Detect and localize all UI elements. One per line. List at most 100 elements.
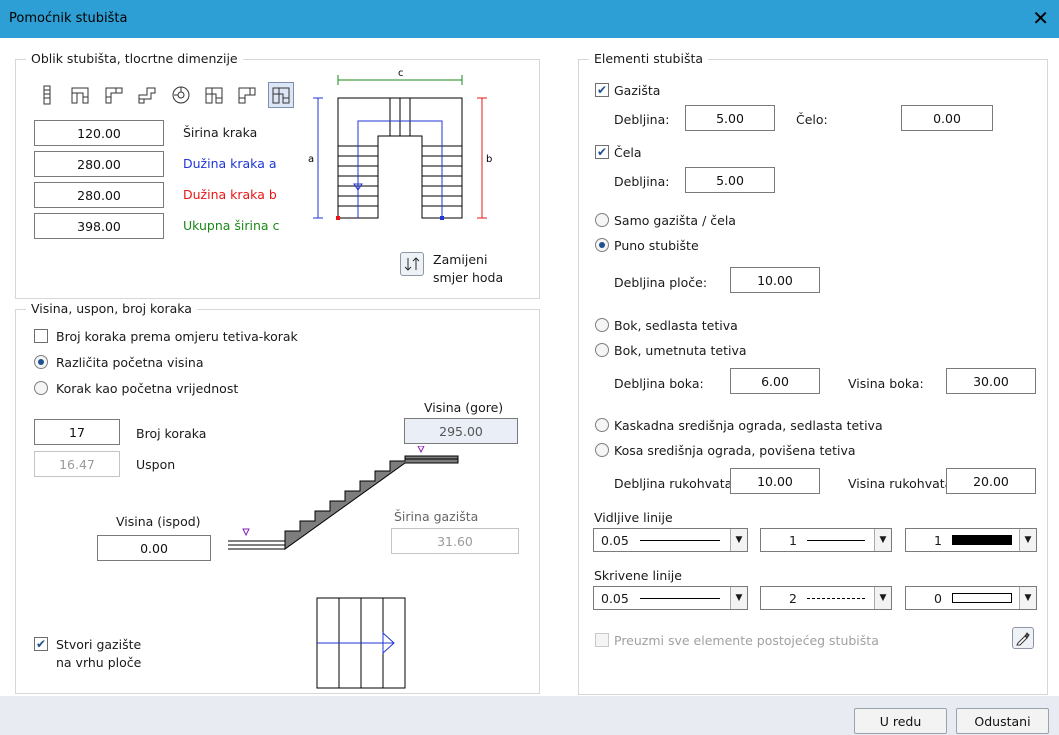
steps-count-label: Broj koraka xyxy=(136,426,207,441)
hidden-fill-combo[interactable]: 0 ▼ xyxy=(905,586,1037,610)
create-tread-label-1: Stvori gazište xyxy=(56,637,142,652)
plan-label-b: b xyxy=(486,154,492,165)
total-width-c-field[interactable]: 398.00 xyxy=(34,213,164,239)
chevron-down-icon[interactable]: ▼ xyxy=(874,587,891,609)
rise-field: 16.47 xyxy=(34,451,120,477)
treads-label: Gazišta xyxy=(614,83,661,98)
window-title: Pomoćnik stubišta xyxy=(9,11,128,26)
visible-fill-combo[interactable]: 1 ▼ xyxy=(905,528,1037,552)
dialog-client: Oblik stubišta, tlocrtne dimenzije 120.0… xyxy=(0,38,1059,696)
flight-length-b-field[interactable]: 280.00 xyxy=(34,182,164,208)
visible-linetype-combo[interactable]: 1 ▼ xyxy=(760,528,892,552)
steps-count-field[interactable]: 17 xyxy=(34,419,120,445)
double-landing-stair-icon[interactable] xyxy=(137,84,157,106)
risers-thickness-field[interactable]: 5.00 xyxy=(685,167,775,193)
visible-pen-value: 0.05 xyxy=(601,533,629,548)
elements-group-legend: Elementi stubišta xyxy=(589,51,709,66)
dialog-footer: U redu Odustani xyxy=(0,696,1059,735)
flight-length-a-label: Dužina kraka a xyxy=(183,156,277,171)
step-as-start-radio[interactable] xyxy=(34,381,48,395)
bottom-height-field[interactable]: 0.00 xyxy=(97,535,211,561)
risers-checkbox[interactable]: ✔ xyxy=(595,145,609,159)
eyedropper-icon xyxy=(1016,632,1030,646)
height-group-legend: Visina, uspon, broj koraka xyxy=(26,301,197,316)
hidden-fill-sample xyxy=(952,593,1012,603)
side-thickness-field[interactable]: 6.00 xyxy=(730,368,820,394)
create-tread-checkbox[interactable]: ✔ xyxy=(34,637,48,651)
hidden-pen-value: 0.05 xyxy=(601,591,629,606)
hidden-lines-label: Skrivene linije xyxy=(594,568,682,583)
plan-label-a: a xyxy=(308,154,314,165)
steps-by-ratio-checkbox[interactable] xyxy=(34,329,48,343)
u-stair-icon[interactable] xyxy=(204,84,224,106)
full-stair-label: Puno stubište xyxy=(614,238,699,253)
risers-thickness-label: Debljina: xyxy=(614,174,670,189)
cancel-button[interactable]: Odustani xyxy=(956,708,1049,734)
l-stair-icon[interactable] xyxy=(70,84,90,106)
handrail-thickness-field[interactable]: 10.00 xyxy=(730,468,820,494)
plan-label-c: c xyxy=(398,68,404,79)
l-stair-wide-icon[interactable] xyxy=(237,84,257,106)
hidden-linetype-combo[interactable]: 2 ▼ xyxy=(760,586,892,610)
spiral-stair-icon[interactable] xyxy=(171,84,191,106)
u-stair-selected-icon[interactable] xyxy=(268,82,294,108)
risers-label: Čela xyxy=(614,145,642,160)
chevron-down-icon[interactable]: ▼ xyxy=(1019,529,1036,551)
side-height-label: Visina boka: xyxy=(848,376,924,391)
hidden-pen-combo[interactable]: 0.05 ▼ xyxy=(593,586,748,610)
chevron-down-icon[interactable]: ▼ xyxy=(874,529,891,551)
total-width-c-label: Ukupna širina c xyxy=(183,218,280,233)
treads-checkbox[interactable]: ✔ xyxy=(595,83,609,97)
handrail-thickness-label: Debljina rukohvata xyxy=(614,476,730,491)
treads-only-radio[interactable] xyxy=(595,213,609,227)
hidden-linetype-value: 2 xyxy=(789,591,797,606)
pipette-button[interactable] xyxy=(1012,627,1034,649)
hidden-linetype-line-sample xyxy=(807,598,865,599)
flight-width-label: Širina kraka xyxy=(183,125,258,140)
ok-button[interactable]: U redu xyxy=(854,708,947,734)
flight-length-b-label: Dužina kraka b xyxy=(183,187,277,202)
bottom-height-label: Visina (ispod) xyxy=(116,514,201,529)
stair-section-preview xyxy=(228,446,459,550)
adopt-all-checkbox xyxy=(595,633,609,647)
step-as-start-label: Korak kao početna vrijednost xyxy=(56,381,239,396)
full-stair-radio[interactable] xyxy=(595,238,609,252)
swap-direction-button[interactable] xyxy=(400,252,424,276)
steps-by-ratio-label: Broj koraka prema omjeru tetiva-korak xyxy=(56,329,298,344)
different-start-height-label: Različita početna visina xyxy=(56,355,204,370)
hidden-pen-line-sample xyxy=(640,598,720,599)
different-start-height-radio[interactable] xyxy=(34,355,48,369)
saddle-stringer-label: Bok, sedlasta tetiva xyxy=(614,318,738,333)
swap-direction-label-1: Zamijeni xyxy=(433,252,488,267)
chevron-down-icon[interactable]: ▼ xyxy=(730,529,747,551)
visible-pen-combo[interactable]: 0.05 ▼ xyxy=(593,528,748,552)
flight-width-field[interactable]: 120.00 xyxy=(34,120,164,146)
stair-plan-preview: c a b xyxy=(308,68,492,220)
shape-group-legend: Oblik stubišta, tlocrtne dimenzije xyxy=(26,51,243,66)
chevron-down-icon[interactable]: ▼ xyxy=(730,587,747,609)
rise-label: Uspon xyxy=(136,457,176,472)
l-stair-alt-icon[interactable] xyxy=(104,84,124,106)
sloped-rail-radio[interactable] xyxy=(595,443,609,457)
visible-fill-sample xyxy=(952,535,1012,545)
slab-thickness-label: Debljina ploče: xyxy=(614,275,708,290)
side-height-field[interactable]: 30.00 xyxy=(946,368,1036,394)
saddle-stringer-radio[interactable] xyxy=(595,318,609,332)
straight-stair-icon[interactable] xyxy=(37,84,57,106)
inset-stringer-radio[interactable] xyxy=(595,343,609,357)
treads-thickness-label: Debljina: xyxy=(614,112,670,127)
inset-stringer-label: Bok, umetnuta tetiva xyxy=(614,343,747,358)
handrail-height-field[interactable]: 20.00 xyxy=(946,468,1036,494)
hidden-fill-value: 0 xyxy=(934,591,942,606)
slab-thickness-field[interactable]: 10.00 xyxy=(730,267,820,293)
cascade-rail-radio[interactable] xyxy=(595,418,609,432)
visible-linetype-value: 1 xyxy=(789,533,797,548)
chevron-down-icon[interactable]: ▼ xyxy=(1019,587,1036,609)
close-icon[interactable]: ✕ xyxy=(1032,6,1049,30)
top-height-field[interactable]: 295.00 xyxy=(404,418,518,444)
create-tread-label-2: na vrhu ploče xyxy=(56,655,142,670)
treads-thickness-field[interactable]: 5.00 xyxy=(685,105,775,131)
flight-length-a-field[interactable]: 280.00 xyxy=(34,151,164,177)
front-field[interactable]: 0.00 xyxy=(901,105,993,131)
handrail-height-label: Visina rukohvata xyxy=(848,476,946,491)
